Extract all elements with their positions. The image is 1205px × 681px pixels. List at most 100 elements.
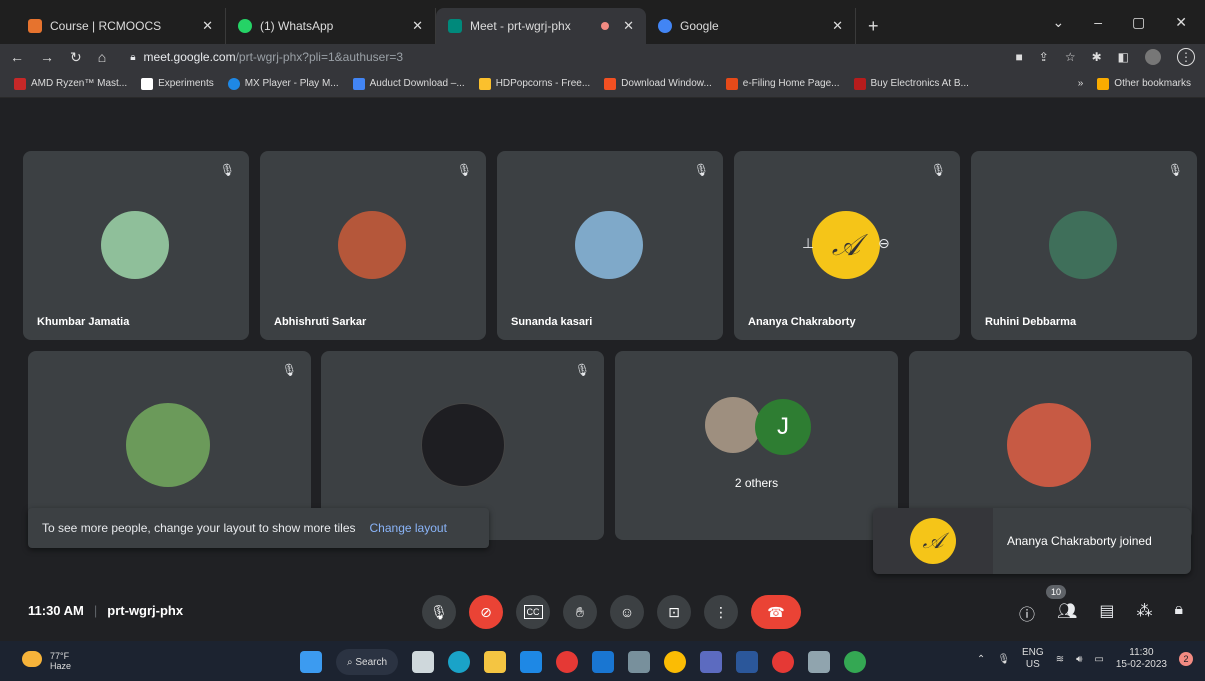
mic-icon: 🎙︎ bbox=[430, 603, 448, 620]
participant-tile[interactable]: 🎙︎ Sunanda kasari bbox=[497, 151, 723, 340]
bookmark-item[interactable]: Auduct Download –... bbox=[352, 77, 465, 90]
clock[interactable]: 11:30 15-02-2023 bbox=[1116, 647, 1167, 671]
show-hidden-icon[interactable]: ⌃ bbox=[977, 654, 985, 665]
chat-icon[interactable]: ▤ bbox=[1099, 601, 1114, 625]
weather-condition: Haze bbox=[50, 661, 72, 671]
bookmark-item[interactable]: AMD Ryzen™ Mast... bbox=[14, 77, 127, 90]
address-bar[interactable]: 🔒︎ meet.google.com /prt-wgrj-phx?pli=1&a… bbox=[130, 50, 403, 64]
task-view-icon[interactable] bbox=[412, 651, 434, 673]
other-bookmarks[interactable]: Other bookmarks bbox=[1097, 77, 1191, 90]
star-icon[interactable]: ☆ bbox=[1065, 50, 1076, 64]
mic-tray-icon[interactable]: 🎙︎ bbox=[997, 654, 1010, 665]
more-bookmarks-icon[interactable]: » bbox=[1078, 78, 1084, 89]
edge-icon[interactable] bbox=[448, 651, 470, 673]
battery-icon[interactable]: ▭ bbox=[1094, 654, 1103, 665]
people-icon[interactable]: 👥︎ bbox=[1057, 601, 1077, 625]
bookmark-item[interactable]: Buy Electronics At B... bbox=[853, 77, 969, 90]
mail-icon[interactable] bbox=[520, 651, 542, 673]
extensions-icon[interactable]: ✱ bbox=[1092, 50, 1102, 64]
close-tab-icon[interactable]: ✕ bbox=[412, 18, 423, 34]
word-icon[interactable] bbox=[736, 651, 758, 673]
others-tile[interactable]: J 2 others bbox=[615, 351, 898, 540]
raise-hand-button[interactable]: ✋︎ bbox=[563, 595, 597, 629]
microphone-button[interactable]: 🎙︎ bbox=[422, 595, 456, 629]
tab-meet[interactable]: Meet - prt-wgrj-phx ✕ bbox=[436, 8, 646, 44]
participant-tile[interactable]: 🎙︎ Khumbar Jamatia bbox=[23, 151, 249, 340]
search-button[interactable]: ⌕ Search bbox=[336, 649, 398, 675]
reload-icon[interactable]: ↻ bbox=[70, 49, 82, 66]
file-explorer-icon[interactable] bbox=[484, 651, 506, 673]
whatsapp-favicon-icon bbox=[238, 19, 252, 33]
clock-time: 11:30 bbox=[1129, 647, 1154, 658]
home-icon[interactable]: ⌂ bbox=[98, 49, 106, 65]
calculator-icon[interactable] bbox=[628, 651, 650, 673]
profile-avatar[interactable] bbox=[1145, 49, 1161, 65]
camera-icon[interactable]: ■ bbox=[1016, 50, 1023, 64]
volume-icon[interactable]: 🔊︎ bbox=[1076, 654, 1082, 665]
close-tab-icon[interactable]: ✕ bbox=[832, 18, 843, 34]
opera-icon[interactable] bbox=[772, 651, 794, 673]
flask-icon bbox=[141, 77, 154, 90]
avatar bbox=[1007, 403, 1091, 487]
chrome-icon[interactable] bbox=[844, 651, 866, 673]
captions-icon: CC bbox=[523, 605, 543, 619]
present-icon: ⊡ bbox=[668, 603, 680, 620]
app-icon[interactable] bbox=[556, 651, 578, 673]
forward-icon[interactable]: → bbox=[40, 49, 54, 65]
present-button[interactable]: ⊡ bbox=[657, 595, 691, 629]
pin-icon[interactable]: ⊥ bbox=[802, 235, 814, 252]
start-icon[interactable] bbox=[300, 651, 322, 673]
mic-off-icon: 🎙︎ bbox=[456, 163, 472, 177]
avatar bbox=[705, 397, 761, 453]
maximize-button[interactable]: ▢ bbox=[1132, 14, 1145, 31]
bookmark-item[interactable]: Experiments bbox=[141, 77, 214, 90]
new-tab-button[interactable]: + bbox=[868, 8, 879, 44]
minimize-button[interactable]: – bbox=[1094, 14, 1102, 30]
language-indicator[interactable]: ENG US bbox=[1022, 647, 1044, 671]
bookmarks-bar: AMD Ryzen™ Mast... Experiments MX Player… bbox=[0, 70, 1205, 98]
change-layout-link[interactable]: Change layout bbox=[370, 521, 447, 535]
remove-icon[interactable]: ⊖ bbox=[878, 235, 890, 252]
info-icon[interactable]: ⓘ bbox=[1019, 601, 1035, 625]
bookmark-item[interactable]: MX Player - Play M... bbox=[227, 77, 339, 90]
close-window-button[interactable]: ✕ bbox=[1175, 14, 1187, 31]
close-tab-icon[interactable]: ✕ bbox=[623, 18, 634, 34]
reactions-button[interactable]: ☺ bbox=[610, 595, 644, 629]
app-icon[interactable] bbox=[592, 651, 614, 673]
others-count: 2 others bbox=[734, 476, 779, 490]
mic-off-icon: 🎙︎ bbox=[281, 363, 297, 377]
weather-widget[interactable]: 77°F Haze bbox=[22, 651, 71, 671]
avatar bbox=[126, 403, 210, 487]
tab-search-icon[interactable]: ⌄ bbox=[1053, 14, 1065, 31]
back-icon[interactable]: ← bbox=[10, 49, 24, 65]
avatar bbox=[421, 403, 505, 487]
host-controls-icon[interactable]: 🔒︎ bbox=[1174, 601, 1183, 625]
tab-whatsapp[interactable]: (1) WhatsApp ✕ bbox=[226, 8, 436, 44]
folder-icon bbox=[1097, 77, 1110, 90]
photos-icon[interactable] bbox=[700, 651, 722, 673]
notification-badge[interactable]: 2 bbox=[1179, 652, 1193, 666]
tab-course[interactable]: Course | RCMOOCS ✕ bbox=[16, 8, 226, 44]
close-tab-icon[interactable]: ✕ bbox=[202, 18, 213, 34]
chrome-icon[interactable] bbox=[664, 651, 686, 673]
app-icon[interactable] bbox=[808, 651, 830, 673]
menu-icon[interactable]: ⋮ bbox=[1177, 48, 1195, 66]
mic-off-icon: 🎙︎ bbox=[1167, 163, 1183, 177]
participant-tile[interactable]: 🎙︎ Ruhini Debbarma bbox=[971, 151, 1197, 340]
activities-icon[interactable]: ⁂ bbox=[1136, 601, 1152, 625]
leave-call-button[interactable]: ☎︎ bbox=[751, 595, 801, 629]
side-panel-icon[interactable]: ◧ bbox=[1118, 50, 1129, 64]
more-options-button[interactable]: ⋮ bbox=[704, 595, 738, 629]
bookmark-item[interactable]: Download Window... bbox=[604, 77, 712, 90]
meet-stage: 🎙︎ Khumbar Jamatia 🎙︎ Abhishruti Sarkar … bbox=[0, 98, 1205, 641]
bookmark-item[interactable]: e-Filing Home Page... bbox=[725, 77, 840, 90]
camera-off-button[interactable]: ⊘ bbox=[469, 595, 503, 629]
tab-google[interactable]: Google ✕ bbox=[646, 8, 856, 44]
captions-button[interactable]: CC bbox=[516, 595, 550, 629]
participant-tile-active[interactable]: 🎙︎ 𝒜 ⊥ ⊖ Ananya Chakraborty bbox=[734, 151, 960, 340]
wifi-icon[interactable]: ≋ bbox=[1056, 654, 1064, 665]
meeting-time: 11:30 AM bbox=[28, 603, 84, 618]
bookmark-item[interactable]: HDPopcorns - Free... bbox=[478, 77, 590, 90]
share-icon[interactable]: ⇪ bbox=[1039, 50, 1049, 64]
participant-tile[interactable]: 🎙︎ Abhishruti Sarkar bbox=[260, 151, 486, 340]
